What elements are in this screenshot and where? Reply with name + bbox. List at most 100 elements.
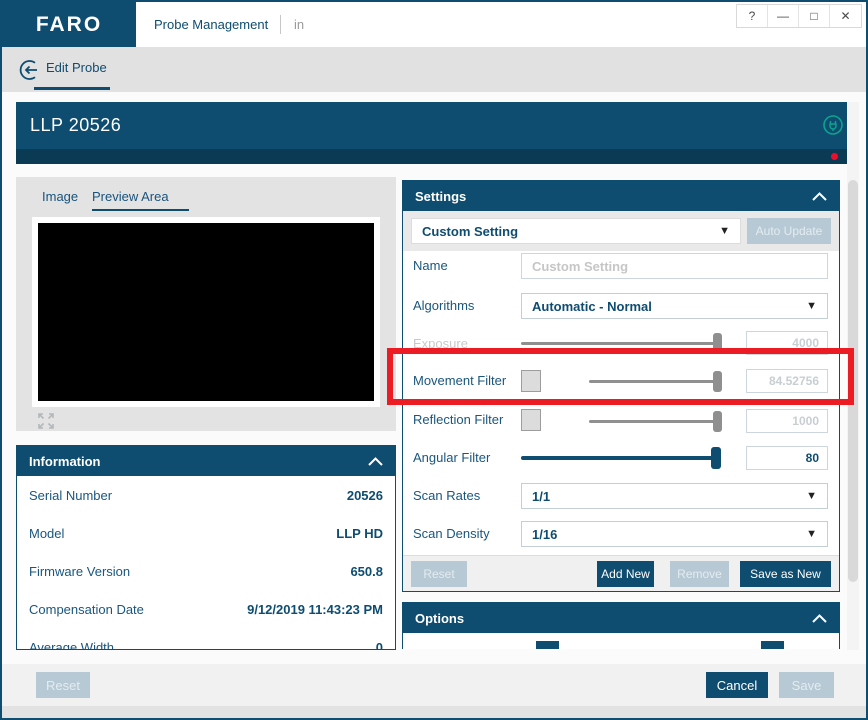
chevron-down-icon: ▼ — [806, 300, 817, 312]
preset-row: Custom Setting ▼ Auto Update — [403, 211, 839, 251]
movement-filter-slider-thumb — [713, 371, 722, 392]
reflection-filter-value: 1000 — [746, 409, 828, 433]
settings-reset-button[interactable]: Reset — [411, 561, 467, 587]
active-tab-underline — [34, 87, 110, 90]
window-controls: ? — □ ✕ — [736, 4, 862, 28]
back-arrow-icon[interactable] — [18, 58, 42, 87]
settings-footer: Reset Add New Remove Save as New — [403, 555, 839, 591]
settings-panel: Settings Custom Setting ▼ Auto Update Na… — [402, 180, 840, 592]
exposure-value: 4000 — [746, 331, 828, 355]
preset-dropdown-value: Custom Setting — [422, 223, 519, 239]
information-panel: Information Serial Number 20526 Model LL… — [16, 445, 396, 650]
chevron-down-icon: ▼ — [719, 225, 730, 237]
app-window: FARO Probe Management in ? — □ ✕ Edit Pr… — [0, 0, 868, 720]
angular-filter-label: Angular Filter — [413, 450, 491, 465]
page-title[interactable]: Edit Probe — [46, 47, 107, 89]
info-label: Average Width — [29, 639, 115, 650]
help-icon[interactable]: ? — [737, 5, 768, 27]
footer-reset-button[interactable]: Reset — [36, 672, 90, 698]
name-label: Name — [413, 258, 448, 273]
chevron-down-icon: ▼ — [806, 490, 817, 502]
movement-filter-checkbox[interactable] — [521, 370, 541, 392]
preview-frame — [32, 217, 380, 407]
options-header[interactable]: Options — [403, 603, 839, 633]
table-row: Model LLP HD — [17, 514, 395, 552]
nav-strip: Edit Probe — [2, 47, 866, 92]
exposure-slider-thumb — [713, 333, 722, 354]
scan-rates-label: Scan Rates — [413, 488, 481, 503]
angular-filter-slider-thumb[interactable] — [711, 447, 721, 469]
information-header[interactable]: Information — [17, 446, 395, 476]
save-as-new-button[interactable]: Save as New — [740, 561, 831, 587]
table-row: Serial Number 20526 — [17, 476, 395, 514]
exposure-slider-track — [521, 342, 721, 345]
collapse-chevron-icon[interactable] — [812, 613, 827, 623]
option-toggle[interactable] — [761, 641, 784, 649]
tab-preview-area[interactable]: Preview Area — [92, 189, 169, 204]
scrollbar-track[interactable] — [847, 102, 859, 650]
settings-title: Settings — [415, 188, 467, 204]
preview-panel: Image Preview Area — [16, 177, 396, 431]
algorithms-dropdown[interactable]: Automatic - Normal ▼ — [521, 293, 828, 319]
preview-tab-underline — [92, 209, 189, 211]
scrollbar-thumb[interactable] — [848, 180, 858, 582]
close-icon[interactable]: ✕ — [830, 5, 861, 27]
exposure-label: Exposure — [413, 336, 468, 351]
title-bar: FARO Probe Management in ? — □ ✕ — [2, 2, 866, 47]
info-value: LLP HD — [336, 525, 383, 541]
tab-units[interactable]: in — [294, 2, 304, 47]
preset-dropdown[interactable]: Custom Setting ▼ — [411, 218, 741, 244]
algorithms-dropdown-value: Automatic - Normal — [532, 298, 652, 314]
collapse-chevron-icon[interactable] — [812, 191, 827, 201]
maximize-icon[interactable]: □ — [799, 5, 830, 27]
chevron-down-icon: ▼ — [806, 528, 817, 540]
algorithms-label: Algorithms — [413, 298, 475, 313]
angular-filter-slider-track[interactable] — [521, 456, 721, 460]
add-new-button[interactable]: Add New — [597, 561, 654, 587]
scan-density-dropdown-value: 1/16 — [532, 526, 558, 542]
probe-substrip — [16, 149, 856, 164]
info-value: 9/12/2019 11:43:23 PM — [247, 601, 383, 617]
table-row: Average Width 0 — [17, 628, 395, 650]
name-field[interactable] — [521, 253, 828, 279]
info-label: Serial Number — [29, 487, 113, 503]
scan-density-label: Scan Density — [413, 526, 490, 541]
bottom-strip — [2, 706, 866, 718]
probe-title: LLP 20526 — [30, 115, 122, 135]
footer-bar: Reset Cancel Save — [2, 664, 866, 706]
settings-header[interactable]: Settings — [403, 181, 839, 211]
fullscreen-icon[interactable] — [36, 411, 56, 436]
reflection-filter-slider-thumb — [713, 411, 722, 432]
information-title: Information — [29, 453, 101, 469]
auto-update-button[interactable]: Auto Update — [747, 218, 831, 244]
info-label: Model — [29, 525, 65, 541]
info-label: Compensation Date — [29, 601, 144, 617]
remove-button[interactable]: Remove — [670, 561, 729, 587]
movement-filter-value: 84.52756 — [746, 369, 828, 393]
collapse-chevron-icon[interactable] — [368, 456, 383, 466]
cancel-button[interactable]: Cancel — [706, 672, 768, 698]
scan-rates-dropdown[interactable]: 1/1 ▼ — [521, 483, 828, 509]
info-value: 650.8 — [350, 563, 383, 579]
tab-divider — [280, 15, 281, 34]
option-toggle[interactable] — [536, 641, 559, 649]
probe-header: LLP 20526 — [16, 102, 856, 149]
movement-filter-label: Movement Filter — [413, 373, 507, 388]
tab-probe-management[interactable]: Probe Management — [154, 2, 268, 47]
options-panel: Options — [402, 602, 840, 649]
info-value: 20526 — [346, 487, 383, 503]
reflection-filter-checkbox[interactable] — [521, 409, 541, 431]
scan-rates-dropdown-value: 1/1 — [532, 488, 551, 504]
angular-filter-value[interactable]: 80 — [746, 446, 828, 470]
scan-density-dropdown[interactable]: 1/16 ▼ — [521, 521, 828, 547]
status-dot — [831, 153, 838, 160]
reflection-filter-slider-track — [589, 420, 721, 423]
minimize-icon[interactable]: — — [768, 5, 799, 27]
table-row: Compensation Date 9/12/2019 11:43:23 PM — [17, 590, 395, 628]
probe-connected-icon[interactable] — [822, 114, 844, 141]
info-label: Firmware Version — [29, 563, 131, 579]
footer-gap — [2, 650, 866, 664]
tab-image[interactable]: Image — [42, 189, 78, 204]
save-button[interactable]: Save — [779, 672, 834, 698]
info-value: 0 — [375, 639, 383, 650]
